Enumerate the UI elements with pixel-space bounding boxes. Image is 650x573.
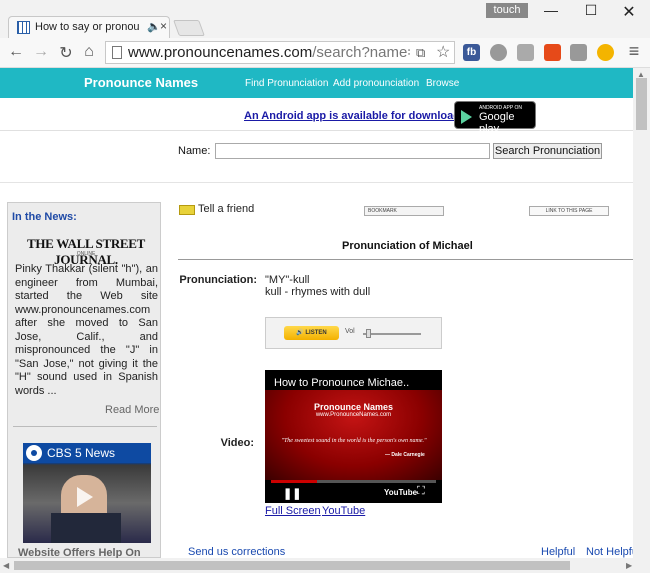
- facebook-extension-icon[interactable]: fb: [463, 44, 480, 61]
- news-sidebar: In the News: THE WALL STREET JOURNAL. ON…: [7, 202, 161, 558]
- horizontal-scrollbar[interactable]: ◀ ▶: [0, 558, 650, 573]
- full-screen-link[interactable]: Full Screen: [265, 505, 321, 517]
- office-extension-icon[interactable]: [544, 44, 561, 61]
- android-promo: An Android app is available for download…: [0, 98, 633, 135]
- youtube-logo-icon[interactable]: YouTube: [384, 488, 417, 497]
- reload-icon[interactable]: ↻: [56, 43, 76, 63]
- page-viewport: Pronounce Names Find Pronunciation Add p…: [0, 68, 633, 558]
- tell-a-friend-link[interactable]: Tell a friend: [198, 203, 254, 215]
- wsj-logo-sub: ONLINE: [76, 251, 96, 257]
- browser-titlebar: How to say or pronou 🔈 × touch — ☐ ✕: [0, 0, 650, 38]
- address-bar[interactable]: www.pronouncenames.com/search?name= ⧉ ☆: [105, 41, 455, 64]
- site-favicon-icon: [17, 21, 30, 34]
- envelope-icon[interactable]: [179, 205, 195, 215]
- link-to-page-button[interactable]: LINK TO THIS PAGE: [529, 206, 609, 216]
- sidebar-headline[interactable]: Website Offers Help On: [18, 547, 141, 558]
- extension-edit-icon[interactable]: [517, 44, 534, 61]
- listen-button[interactable]: 🔊 LISTEN: [284, 326, 339, 340]
- speaker-icon: 🔈: [147, 21, 161, 33]
- video-label: Video:: [220, 437, 254, 449]
- volume-slider[interactable]: [363, 333, 421, 335]
- page-title: Pronunciation of Michael: [342, 240, 473, 252]
- browser-toolbar: ← → ↻ ⌂ www.pronouncenames.com/search?na…: [0, 38, 650, 68]
- youtube-video-player[interactable]: How to Pronounce Michae.. Pronounce Name…: [265, 370, 442, 503]
- sidebar-divider: [13, 426, 157, 427]
- nav-add-pronounciation[interactable]: Add pronounciation: [333, 78, 419, 89]
- forward-arrow-icon[interactable]: →: [31, 43, 51, 61]
- translate-icon[interactable]: ⧉: [416, 45, 425, 61]
- video-title[interactable]: How to Pronounce Michae..: [274, 377, 434, 389]
- name-search-input[interactable]: [215, 143, 490, 159]
- android-app-link[interactable]: An Android app is available for download: [244, 110, 460, 122]
- extension-star-icon[interactable]: [597, 44, 614, 61]
- pronunciation-label: Pronunciation:: [179, 274, 257, 286]
- volume-slider-handle[interactable]: [366, 329, 371, 338]
- title-divider: [178, 259, 633, 260]
- bookmark-star-icon[interactable]: ☆: [436, 42, 450, 62]
- page-icon: [112, 46, 122, 59]
- maximize-button[interactable]: ☐: [576, 2, 606, 22]
- fullscreen-icon[interactable]: ⛶: [417, 485, 425, 498]
- youtube-link[interactable]: YouTube: [322, 505, 365, 517]
- video-progress-bar[interactable]: [271, 480, 436, 483]
- scroll-right-icon[interactable]: ▶: [626, 561, 632, 570]
- pronunciation-rhyme: kull - rhymes with dull: [265, 286, 371, 298]
- read-more-link[interactable]: Read More: [105, 404, 159, 416]
- vertical-scrollbar[interactable]: ▲: [633, 68, 650, 558]
- pause-icon[interactable]: ❚❚: [283, 487, 301, 500]
- not-helpful-link[interactable]: Not Helpful: [586, 546, 633, 558]
- google-play-icon: [461, 110, 472, 124]
- site-nav-bar: Pronounce Names Find Pronunciation Add p…: [0, 68, 633, 98]
- search-label: Name:: [178, 145, 211, 157]
- vertical-scroll-thumb[interactable]: [636, 78, 647, 130]
- cbs-label: CBS 5 News: [47, 446, 116, 460]
- send-corrections-link[interactable]: Send us corrections: [188, 546, 285, 558]
- nav-find-pronunciation[interactable]: Find Pronunciation: [245, 78, 328, 89]
- google-play-badge[interactable]: ANDROID APP ON Google play: [454, 101, 536, 135]
- extension-tool-icon[interactable]: [570, 44, 587, 61]
- news-excerpt: Pinky Thakkar (silent "h"), an engineer …: [15, 263, 158, 397]
- window-close-button[interactable]: ✕: [614, 2, 644, 22]
- bookmark-share-button[interactable]: BOOKMARK: [364, 206, 444, 216]
- back-arrow-icon[interactable]: ←: [6, 43, 26, 61]
- extension-compass-icon[interactable]: [490, 44, 507, 61]
- pronunciation-phonetic: "MY"-kull: [265, 274, 310, 286]
- url-text[interactable]: www.pronouncenames.com/search?name=: [128, 44, 410, 61]
- video-progress-fill: [271, 480, 318, 483]
- cbs-news-video-thumbnail[interactable]: CBS 5 News: [23, 443, 151, 543]
- search-pronunciation-button[interactable]: Search Pronunciation: [493, 143, 602, 159]
- video-frame: Pronounce Names www.PronounceNames.com "…: [265, 390, 442, 480]
- home-icon[interactable]: ⌂: [79, 43, 99, 61]
- news-heading: In the News:: [12, 211, 77, 223]
- play-icon[interactable]: [77, 487, 93, 507]
- cbs-eye-icon: [26, 445, 42, 461]
- nav-browse[interactable]: Browse: [426, 78, 459, 89]
- browser-tab[interactable]: How to say or pronou 🔈 ×: [8, 16, 170, 38]
- site-logo[interactable]: Pronounce Names: [84, 75, 198, 90]
- search-form: Name: Search Pronunciation: [0, 131, 633, 183]
- horizontal-scroll-thumb[interactable]: [14, 561, 570, 570]
- tab-title: How to say or pronou: [35, 21, 140, 33]
- tab-close-icon[interactable]: ×: [160, 19, 167, 33]
- scroll-left-icon[interactable]: ◀: [3, 561, 9, 570]
- helpful-link[interactable]: Helpful: [541, 546, 575, 558]
- minimize-button[interactable]: —: [536, 2, 566, 22]
- new-tab-button[interactable]: [173, 20, 205, 36]
- volume-label: Vol: [345, 328, 355, 335]
- chrome-menu-icon[interactable]: ≡: [624, 41, 644, 62]
- touch-mode-badge: touch: [486, 3, 528, 18]
- audio-player: 🔊 LISTEN Vol: [265, 317, 442, 349]
